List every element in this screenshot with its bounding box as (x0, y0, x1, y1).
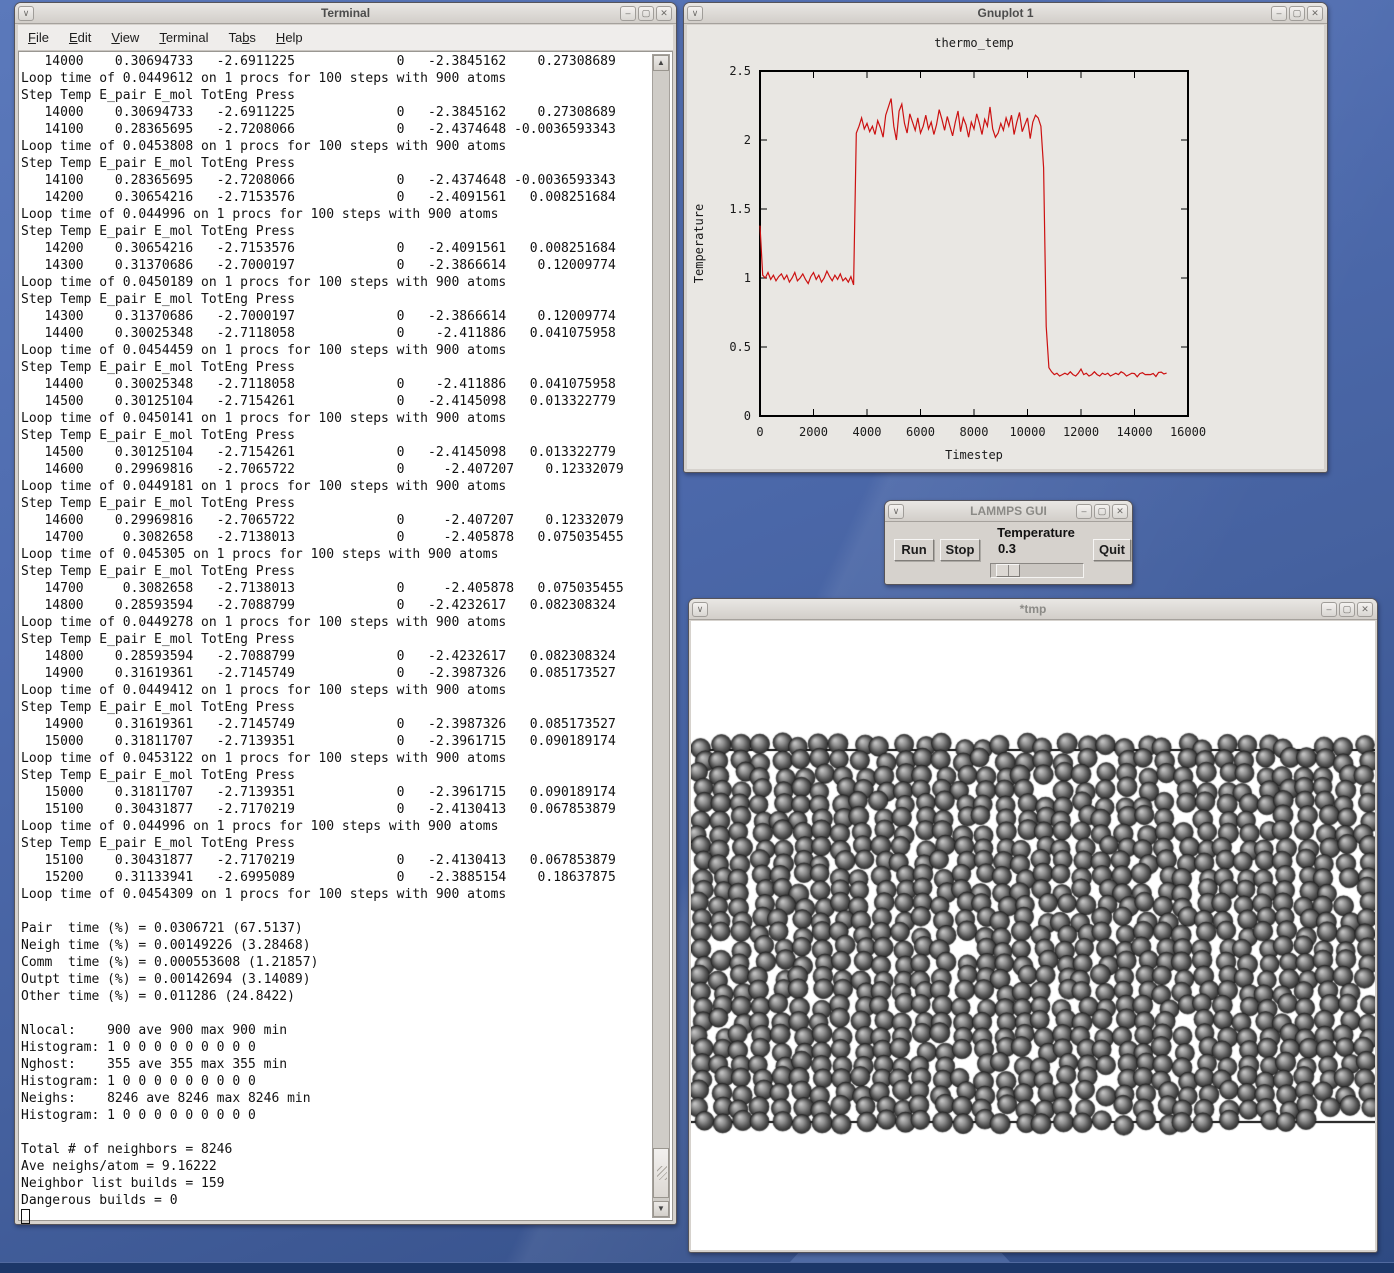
maximize-icon[interactable]: ▢ (1094, 504, 1110, 519)
minimize-icon[interactable]: – (1271, 6, 1287, 21)
gnuplot-window: ∨ Gnuplot 1 – ▢ ✕ 0 2000 4000 6000 8000 10000… (683, 2, 1328, 473)
terminal-scrollbar[interactable]: ▲ ▼ (652, 54, 670, 1218)
menu-item-view[interactable]: View (101, 27, 149, 48)
gnuplot-window-title: Gnuplot 1 (684, 6, 1327, 20)
svg-text:12000: 12000 (1063, 425, 1099, 439)
maximize-icon[interactable]: ▢ (638, 6, 654, 21)
atom-visualization (691, 621, 1375, 1250)
window-menu-icon[interactable]: ∨ (888, 504, 904, 519)
svg-text:Temperature: Temperature (692, 204, 706, 283)
svg-text:2.5: 2.5 (729, 64, 751, 78)
lammps-gui-window: ∨ LAMMPS GUI – ▢ ✕ Run Stop Temperature … (884, 500, 1133, 585)
scrollbar-grip (657, 1166, 667, 1180)
stop-button[interactable]: Stop (940, 539, 980, 561)
scrollbar-thumb[interactable] (653, 1148, 669, 1198)
window-menu-icon[interactable]: ∨ (18, 6, 34, 21)
gnuplot-chart: 0 2000 4000 6000 8000 10000 12000 14000 16000 0 0.… (687, 25, 1326, 471)
svg-text:6000: 6000 (906, 425, 935, 439)
close-icon[interactable]: ✕ (1112, 504, 1128, 519)
temperature-slider-thumb[interactable] (996, 564, 1020, 577)
svg-text:16000: 16000 (1170, 425, 1206, 439)
minimize-icon[interactable]: – (1321, 602, 1337, 617)
temperature-slider[interactable] (990, 563, 1084, 578)
lammps-gui-content: Run Stop Temperature 0.3 Quit (888, 523, 1129, 581)
svg-text:4000: 4000 (853, 425, 882, 439)
temperature-value: 0.3 (982, 541, 1032, 556)
terminal-cursor (21, 1209, 30, 1224)
close-icon[interactable]: ✕ (1357, 602, 1373, 617)
temperature-label: Temperature (976, 525, 1096, 540)
minimize-icon[interactable]: – (1076, 504, 1092, 519)
svg-text:10000: 10000 (1009, 425, 1045, 439)
close-icon[interactable]: ✕ (656, 6, 672, 21)
close-icon[interactable]: ✕ (1307, 6, 1323, 21)
quit-button[interactable]: Quit (1093, 539, 1131, 561)
window-menu-icon[interactable]: ∨ (687, 6, 703, 21)
wallpaper-bottom-strip (0, 1262, 1394, 1273)
svg-text:1: 1 (744, 271, 751, 285)
svg-text:1.5: 1.5 (729, 202, 751, 216)
gnuplot-titlebar[interactable]: ∨ Gnuplot 1 – ▢ ✕ (684, 3, 1327, 24)
svg-text:0: 0 (756, 425, 763, 439)
window-menu-icon[interactable]: ∨ (692, 602, 708, 617)
terminal-window: ∨ Terminal – ▢ ✕ FileEditViewTerminalTab… (14, 2, 677, 1225)
minimize-icon[interactable]: – (620, 6, 636, 21)
svg-text:14000: 14000 (1116, 425, 1152, 439)
svg-text:0: 0 (744, 409, 751, 423)
terminal-output-area[interactable]: 14000 0.30694733 -2.6911225 0 -2.3845162… (18, 51, 673, 1221)
svg-text:Timestep: Timestep (945, 448, 1003, 462)
terminal-menubar: FileEditViewTerminalTabsHelp (18, 25, 673, 51)
menu-item-file[interactable]: File (18, 27, 59, 48)
gnuplot-plot-area: 0 2000 4000 6000 8000 10000 12000 14000 16000 0 0.… (687, 25, 1324, 469)
terminal-output-text: 14000 0.30694733 -2.6911225 0 -2.3845162… (19, 52, 672, 1226)
run-button[interactable]: Run (894, 539, 934, 561)
terminal-titlebar[interactable]: ∨ Terminal – ▢ ✕ (15, 3, 676, 24)
svg-text:2000: 2000 (799, 425, 828, 439)
scroll-down-icon[interactable]: ▼ (653, 1201, 669, 1217)
svg-text:8000: 8000 (960, 425, 989, 439)
atom-viz-window: ∨ *tmp – ▢ ✕ (688, 598, 1378, 1253)
svg-text:thermo_temp: thermo_temp (934, 36, 1013, 50)
menu-item-edit[interactable]: Edit (59, 27, 101, 48)
lammps-gui-titlebar[interactable]: ∨ LAMMPS GUI – ▢ ✕ (885, 501, 1132, 522)
svg-text:2: 2 (744, 133, 751, 147)
menu-item-help[interactable]: Help (266, 27, 313, 48)
menu-item-tabs[interactable]: Tabs (218, 27, 265, 48)
atom-viz-window-title: *tmp (689, 602, 1377, 616)
atom-viz-canvas-area (691, 621, 1375, 1250)
terminal-window-title: Terminal (15, 6, 676, 20)
desktop: ∨ Terminal – ▢ ✕ FileEditViewTerminalTab… (0, 0, 1394, 1273)
scroll-up-icon[interactable]: ▲ (653, 55, 669, 71)
svg-text:0.5: 0.5 (729, 340, 751, 354)
atom-viz-titlebar[interactable]: ∨ *tmp – ▢ ✕ (689, 599, 1377, 620)
maximize-icon[interactable]: ▢ (1339, 602, 1355, 617)
menu-item-terminal[interactable]: Terminal (149, 27, 218, 48)
maximize-icon[interactable]: ▢ (1289, 6, 1305, 21)
